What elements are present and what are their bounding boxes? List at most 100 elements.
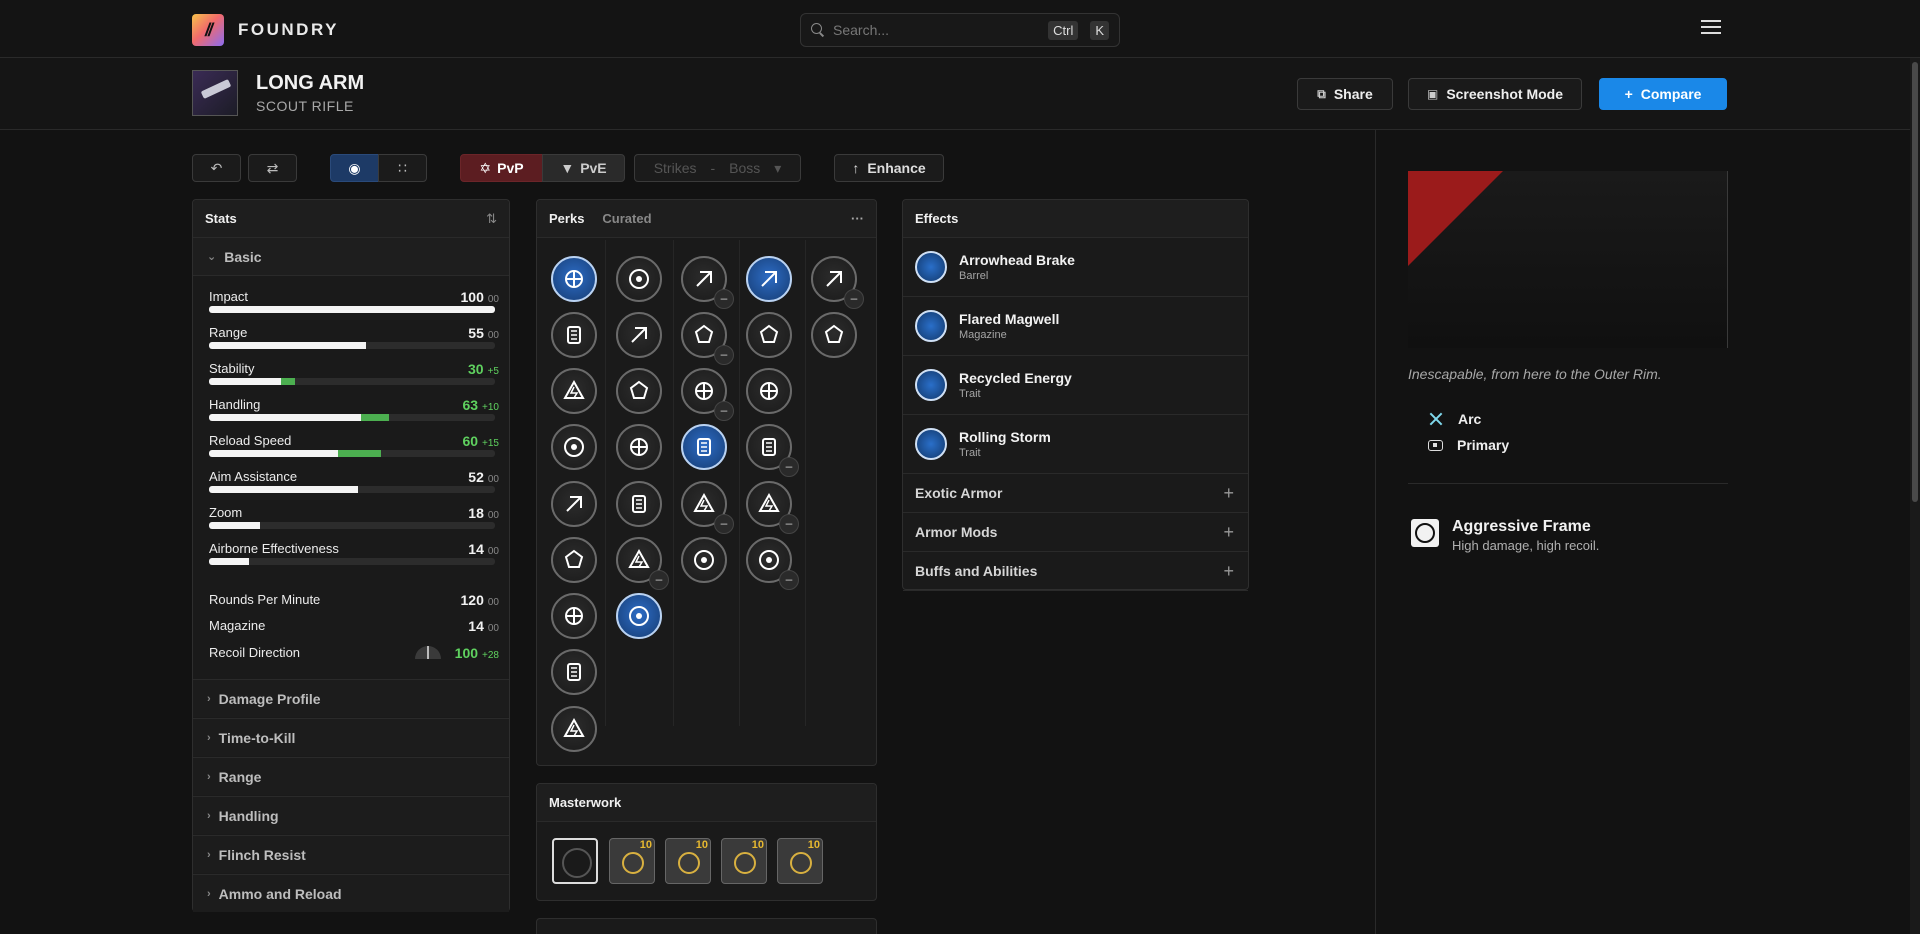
perk-icon [693, 492, 715, 512]
enhance-button[interactable]: ↑ Enhance [834, 154, 944, 182]
stat-section-toggle[interactable]: › Handling [193, 796, 509, 834]
stat-bar [209, 342, 495, 349]
stat-value: 52 00 [468, 469, 499, 485]
perk-socket[interactable] [616, 593, 662, 639]
search-box[interactable]: Ctrl K [800, 13, 1120, 47]
effect-row[interactable]: Rolling Storm Trait [903, 415, 1248, 474]
perk-socket[interactable] [551, 368, 597, 414]
stat-bar-fill [209, 522, 261, 529]
effect-row[interactable]: Recycled Energy Trait [903, 356, 1248, 415]
stat-section-toggle[interactable]: › Damage Profile [193, 679, 509, 717]
stat-label: Reload Speed [209, 433, 292, 448]
effects-panel: Effects Arrowhead Brake Barrel Flared Magw… [902, 199, 1249, 591]
add-stat-icon[interactable]: ⇅ [486, 211, 497, 227]
perk-socket[interactable]: – [616, 537, 669, 590]
effect-section-toggle[interactable]: Armor Mods + [903, 513, 1248, 552]
activity-select[interactable]: Strikes - Boss ▾ [634, 154, 801, 182]
randomize-button[interactable]: ⇄ [248, 154, 297, 182]
ammo-label: Primary [1457, 437, 1510, 453]
perk-socket[interactable]: – [681, 368, 734, 421]
page-scrollbar[interactable] [1910, 58, 1920, 934]
tab-curated[interactable]: Curated [602, 211, 651, 226]
minus-icon: – [844, 289, 864, 309]
masterwork-header: Masterwork [537, 784, 876, 822]
scrollbar-thumb[interactable] [1912, 62, 1918, 502]
pve-toggle[interactable]: ▼ PvE [542, 154, 625, 182]
stat-delta: 00 [487, 623, 499, 634]
effect-row[interactable]: Arrowhead Brake Barrel [903, 238, 1248, 297]
perk-socket[interactable] [746, 256, 792, 302]
perk-icon [694, 550, 714, 570]
perk-socket[interactable] [746, 368, 792, 414]
column-divider [673, 240, 674, 726]
view-grid-button[interactable]: ∷ [378, 154, 427, 182]
undo-button[interactable]: ↶ [192, 154, 241, 182]
perk-socket[interactable] [616, 424, 662, 470]
perk-socket[interactable]: – [746, 537, 799, 590]
stat-delta: 00 [487, 474, 499, 485]
stat-section-toggle[interactable]: › Flinch Resist [193, 835, 509, 873]
perk-socket[interactable]: – [811, 256, 864, 309]
perk-socket[interactable] [616, 481, 662, 527]
primary-ammo-icon [1428, 439, 1443, 451]
perk-socket[interactable] [551, 593, 597, 639]
perk-socket[interactable] [551, 537, 597, 583]
enhance-label: Enhance [867, 160, 926, 176]
perk-socket[interactable]: – [681, 312, 734, 365]
section-label: Buffs and Abilities [915, 563, 1038, 579]
masterwork-reload[interactable]: 10 [777, 838, 823, 884]
perk-socket[interactable] [681, 537, 727, 583]
masterwork-stability[interactable]: 10 [665, 838, 711, 884]
masterwork-range[interactable]: 10 [609, 838, 655, 884]
perk-socket[interactable] [616, 312, 662, 358]
perk-socket[interactable] [551, 424, 597, 470]
perk-socket[interactable] [746, 312, 792, 358]
masterwork-handling[interactable]: 10 [721, 838, 767, 884]
pvp-toggle[interactable]: ✡ PvP [460, 154, 543, 182]
search-input[interactable] [833, 22, 1037, 38]
effect-row[interactable]: Flared Magwell Magazine [903, 297, 1248, 356]
stat-value: 100 00 [460, 289, 499, 305]
shortcut-k: K [1090, 20, 1109, 40]
perk-socket[interactable]: – [746, 424, 799, 477]
stat-section-toggle[interactable]: › Time-to-Kill [193, 718, 509, 756]
perk-socket[interactable] [551, 649, 597, 695]
screenshot-mode-button[interactable]: ▣ Screenshot Mode [1408, 78, 1582, 110]
perk-socket[interactable]: – [681, 481, 734, 534]
perks-panel: Perks Curated ··· – – – – – – – – – [536, 199, 877, 766]
perks-header: Perks Curated ··· [537, 200, 876, 238]
hamburger-menu-icon[interactable] [1701, 20, 1721, 36]
compare-button[interactable]: + Compare [1599, 78, 1727, 110]
stat-section-toggle[interactable]: › Range [193, 757, 509, 795]
stat-section-toggle[interactable]: › Ammo and Reload [193, 874, 509, 912]
perk-socket[interactable] [551, 706, 597, 752]
masterwork-empty-slot[interactable] [552, 838, 598, 884]
brand-link[interactable]: // FOUNDRY [192, 14, 339, 46]
perk-socket[interactable]: – [681, 256, 734, 309]
effect-section-toggle[interactable]: Exotic Armor + [903, 474, 1248, 513]
perk-icon [826, 271, 842, 287]
perk-socket[interactable] [681, 424, 727, 470]
perk-socket[interactable] [616, 256, 662, 302]
stat-bar-bonus [360, 414, 390, 421]
basic-section-toggle[interactable]: ⌄ Basic [193, 238, 509, 276]
perk-socket[interactable] [616, 368, 662, 414]
share-button[interactable]: ⧉ Share [1297, 78, 1393, 110]
perk-socket[interactable] [551, 481, 597, 527]
perk-socket[interactable] [551, 312, 597, 358]
minus-icon: – [779, 457, 799, 477]
stat-bar-fill [209, 342, 367, 349]
crucible-icon: ✡ [479, 159, 492, 176]
perk-socket[interactable] [811, 312, 857, 358]
more-options-icon[interactable]: ··· [851, 211, 864, 226]
perk-icon [695, 382, 713, 400]
perk-icon [696, 271, 712, 287]
tab-perks[interactable]: Perks [549, 211, 584, 226]
stat-delta: 00 [487, 597, 499, 608]
effect-section-toggle[interactable]: Buffs and Abilities + [903, 552, 1248, 591]
stat-delta: 00 [487, 510, 499, 521]
perk-socket[interactable]: – [746, 481, 799, 534]
perk-socket[interactable] [551, 256, 597, 302]
view-single-button[interactable]: ◉ [330, 154, 379, 182]
stat-label: Handling [209, 397, 261, 412]
